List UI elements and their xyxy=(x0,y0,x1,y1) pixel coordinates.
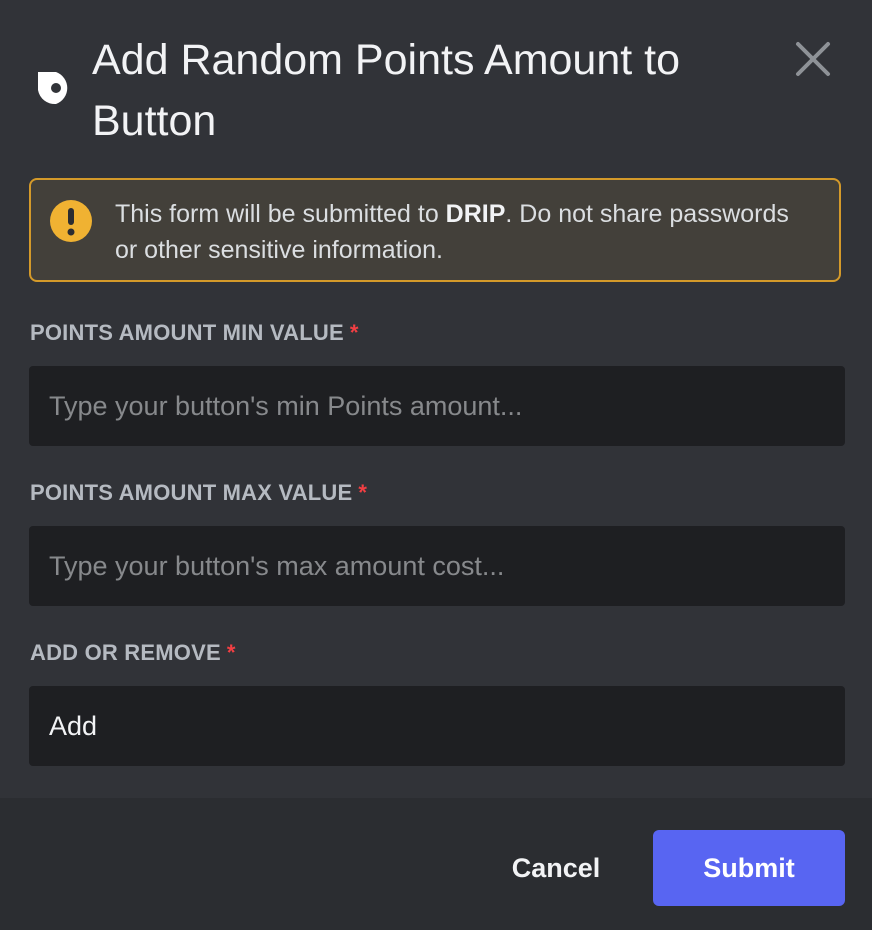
add-or-remove-label: ADD OR REMOVE * xyxy=(30,640,236,665)
modal-dialog: Add Random Points Amount to Button This … xyxy=(0,0,872,930)
close-icon xyxy=(796,42,830,76)
modal-footer: Cancel Submit xyxy=(0,798,872,930)
warning-banner: This form will be submitted to DRIP. Do … xyxy=(29,178,841,282)
warning-icon xyxy=(50,200,92,242)
modal-header: Add Random Points Amount to Button xyxy=(0,0,872,160)
close-button[interactable] xyxy=(792,38,834,80)
min-value-label: POINTS AMOUNT MIN VALUE * xyxy=(30,320,359,345)
app-logo-icon xyxy=(38,72,68,105)
add-or-remove-field[interactable]: Add xyxy=(29,686,845,766)
required-marker: * xyxy=(349,320,359,345)
warning-text: This form will be submitted to DRIP. Do … xyxy=(115,200,789,264)
add-or-remove-value: Add xyxy=(49,710,98,741)
modal-title: Add Random Points Amount to Button xyxy=(92,36,681,145)
app-name: DRIP xyxy=(445,200,506,228)
max-value-label: POINTS AMOUNT MAX VALUE * xyxy=(30,480,368,505)
max-points-input[interactable] xyxy=(29,526,845,606)
required-marker: * xyxy=(358,480,368,505)
required-marker: * xyxy=(226,640,236,665)
submit-button[interactable]: Submit xyxy=(653,830,845,906)
min-points-input[interactable] xyxy=(29,366,845,446)
cancel-button[interactable]: Cancel xyxy=(480,836,632,900)
